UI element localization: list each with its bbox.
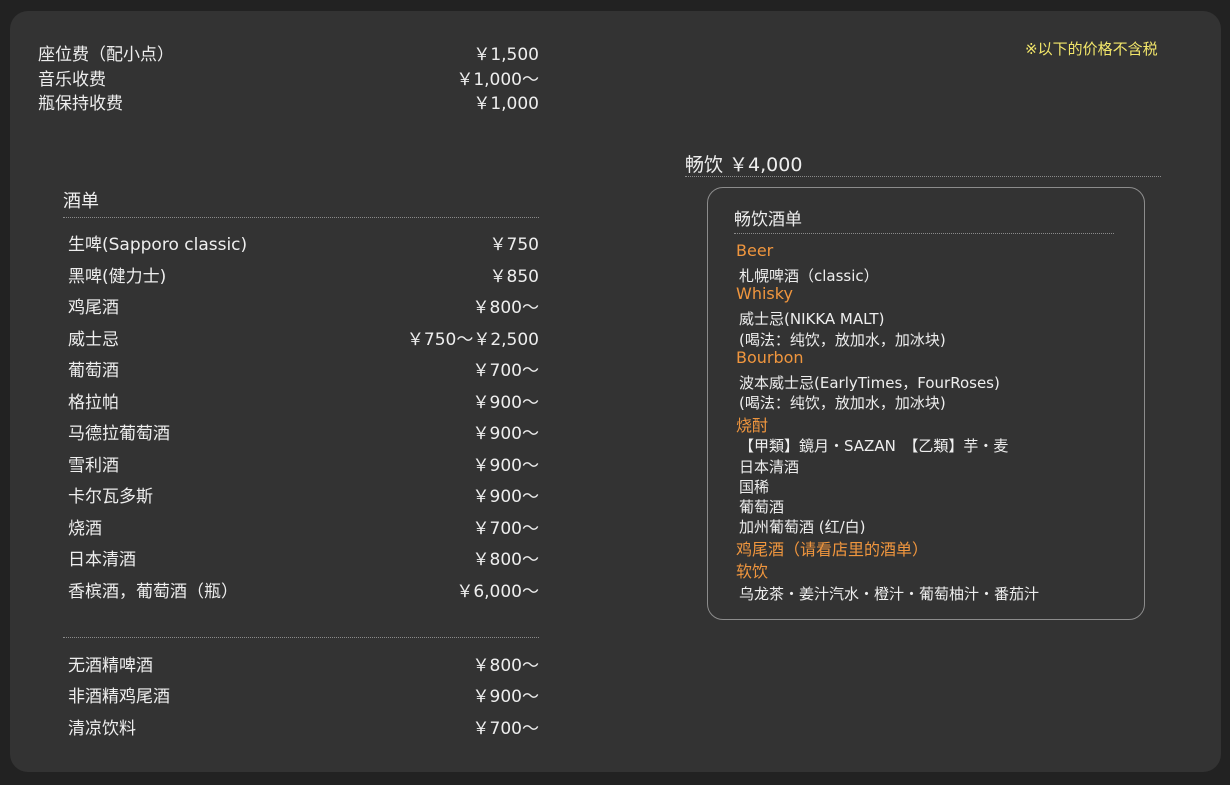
category-whisky: Whisky	[736, 284, 793, 303]
drinks-title: 酒单	[63, 191, 99, 212]
drink-price: ￥750	[489, 235, 539, 255]
drink-label: 日本清酒	[68, 550, 136, 570]
list-item: 无酒精啤酒 ￥800～	[68, 651, 539, 676]
category-beer: Beer	[736, 241, 774, 260]
non-alcoholic-divider	[63, 637, 539, 638]
category-shochu: 烧酎	[736, 416, 769, 435]
menu-entry: (喝法：纯饮，放加水，加冰块)	[739, 331, 946, 349]
tax-note: ※以下的价格不含税	[1025, 40, 1158, 58]
menu-entry: 札幌啤酒（classic）	[739, 267, 879, 285]
drink-price: ￥900～	[472, 393, 539, 413]
list-item: 生啤(Sapporo classic) ￥750	[68, 230, 539, 255]
fee-price: ￥1,000～	[456, 70, 539, 90]
drink-price: ￥800～	[472, 550, 539, 570]
drink-price: ￥900～	[472, 456, 539, 476]
drink-price: ￥800～	[472, 298, 539, 318]
fee-label: 座位费（配小点）	[38, 45, 174, 65]
menu-entry: 【甲類】鏡月・SAZAN 【乙類】芋・麦	[739, 437, 1009, 455]
drink-label: 卡尔瓦多斯	[68, 487, 153, 507]
menu-entry: 国稀	[739, 478, 770, 496]
drinks-title-divider	[63, 217, 539, 218]
category-soft-drinks: 软饮	[736, 562, 769, 581]
free-flow-divider	[685, 176, 1161, 177]
list-item: 卡尔瓦多斯 ￥900～	[68, 482, 539, 507]
category-cocktail: 鸡尾酒（请看店里的酒单）	[736, 540, 929, 559]
drink-label: 黑啤(健力士)	[68, 267, 167, 287]
list-item: 清凉饮料 ￥700～	[68, 714, 539, 739]
drink-price: ￥900～	[472, 487, 539, 507]
menu-entry: 葡萄酒	[739, 498, 785, 516]
menu-entry: (喝法：纯饮，放加水，加冰块)	[739, 394, 946, 412]
drink-label: 威士忌	[68, 330, 119, 350]
drink-price: ￥6,000～	[456, 582, 539, 602]
list-item: 日本清酒 ￥800～	[68, 545, 539, 570]
drink-price: ￥900～	[472, 687, 539, 707]
drink-price: ￥700～	[472, 719, 539, 739]
fee-price: ￥1,500	[473, 45, 539, 65]
fee-price: ￥1,000	[473, 94, 539, 114]
list-item: 葡萄酒 ￥700～	[68, 356, 539, 381]
drink-label: 香槟酒，葡萄酒（瓶）	[68, 582, 238, 602]
free-flow-title: 畅饮 ￥4,000	[685, 154, 803, 176]
drink-label: 马德拉葡萄酒	[68, 424, 170, 444]
drink-price: ￥900～	[472, 424, 539, 444]
list-item: 马德拉葡萄酒 ￥900～	[68, 419, 539, 444]
menu-entry: 波本威士忌(EarlyTimes，FourRoses)	[739, 374, 1000, 392]
drink-price: ￥850	[489, 267, 539, 287]
drink-price: ￥800～	[472, 656, 539, 676]
list-item: 威士忌 ￥750～￥2,500	[68, 325, 539, 350]
drink-label: 清凉饮料	[68, 719, 136, 739]
menu-entry: 日本清酒	[739, 458, 800, 476]
drink-label: 葡萄酒	[68, 361, 119, 381]
fee-row: 音乐收费 ￥1,000～	[38, 65, 539, 90]
drink-label: 生啤(Sapporo classic)	[68, 235, 248, 255]
list-item: 香槟酒，葡萄酒（瓶） ￥6,000～	[68, 577, 539, 602]
drink-price: ￥700～	[472, 519, 539, 539]
free-flow-menu-box: 畅饮酒单 Beer 札幌啤酒（classic） Whisky 威士忌(NIKKA…	[707, 187, 1145, 620]
category-bourbon: Bourbon	[736, 348, 804, 367]
drink-label: 格拉帕	[68, 393, 119, 413]
list-item: 鸡尾酒 ￥800～	[68, 293, 539, 318]
fee-label: 瓶保持收费	[38, 94, 123, 114]
menu-panel: 座位费（配小点） ￥1,500 音乐收费 ￥1,000～ 瓶保持收费 ￥1,00…	[10, 11, 1221, 772]
list-item: 烧酒 ￥700～	[68, 514, 539, 539]
list-item: 非酒精鸡尾酒 ￥900～	[68, 682, 539, 707]
fee-row: 座位费（配小点） ￥1,500	[38, 40, 539, 65]
free-flow-menu-title: 畅饮酒单	[734, 210, 802, 230]
list-item: 雪利酒 ￥900～	[68, 451, 539, 476]
drink-label: 雪利酒	[68, 456, 119, 476]
drink-label: 鸡尾酒	[68, 298, 119, 318]
drink-price: ￥750～￥2,500	[406, 330, 539, 350]
fee-row: 瓶保持收费 ￥1,000	[38, 89, 539, 114]
list-item: 格拉帕 ￥900～	[68, 388, 539, 413]
menu-entry: 威士忌(NIKKA MALT)	[739, 310, 885, 328]
drink-price: ￥700～	[472, 361, 539, 381]
drink-label: 烧酒	[68, 519, 102, 539]
free-flow-menu-divider	[734, 233, 1114, 234]
list-item: 黑啤(健力士) ￥850	[68, 262, 539, 287]
menu-entry: 乌龙茶・姜汁汽水・橙汁・葡萄柚汁・番茄汁	[739, 585, 1040, 603]
fee-label: 音乐收费	[38, 70, 106, 90]
drink-label: 无酒精啤酒	[68, 656, 153, 676]
menu-entry: 加州葡萄酒 (红/白)	[739, 518, 866, 536]
drink-label: 非酒精鸡尾酒	[68, 687, 170, 707]
